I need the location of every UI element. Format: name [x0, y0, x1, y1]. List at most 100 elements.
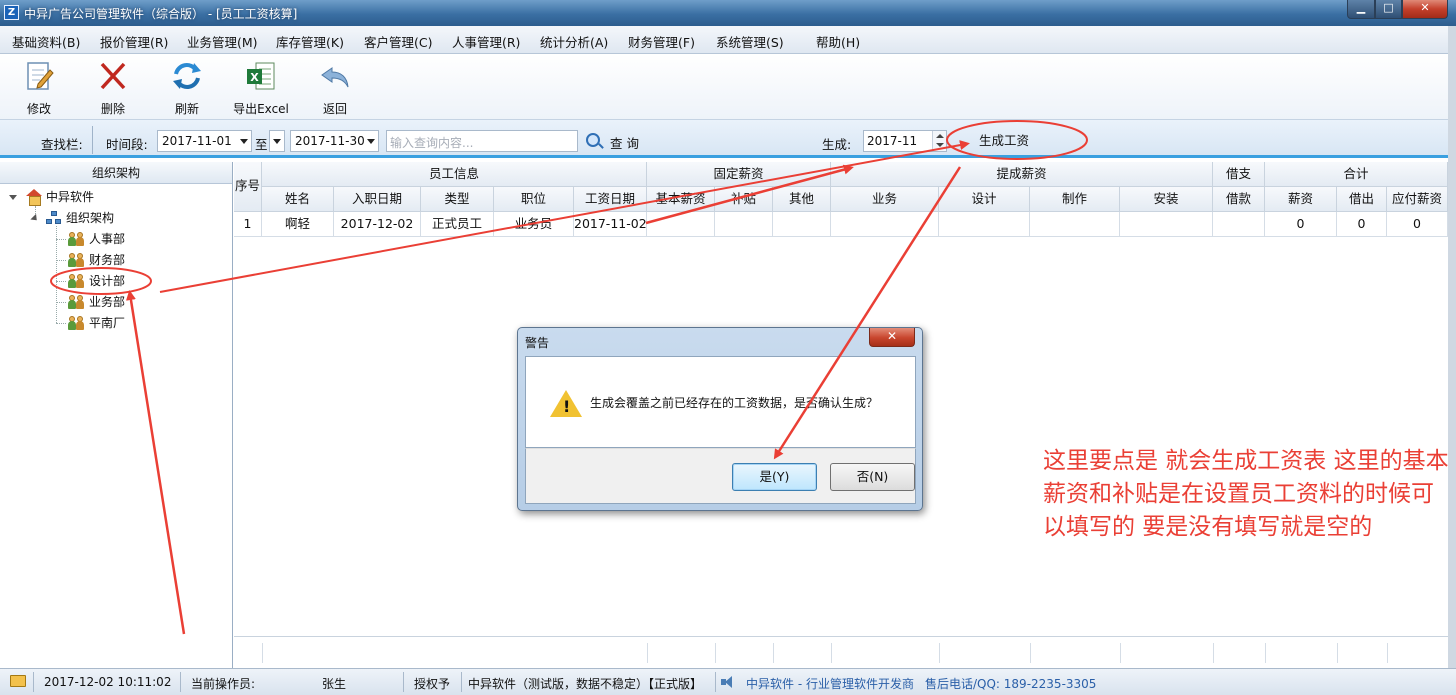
col-header-install[interactable]: 安装 [1120, 187, 1213, 212]
stepper-arrows[interactable] [932, 131, 946, 151]
period-label: 时间段: [106, 137, 148, 152]
cell-allowance[interactable] [715, 212, 773, 237]
menu-customer[interactable]: 客户管理(C) [364, 32, 432, 51]
cell-type[interactable]: 正式员工 [421, 212, 494, 237]
col-header-base-salary[interactable]: 基本薪资 [647, 187, 715, 212]
menu-quote[interactable]: 报价管理(R) [100, 32, 168, 51]
cell-base-salary[interactable] [647, 212, 715, 237]
col-header-payable[interactable]: 应付薪资 [1387, 187, 1448, 212]
col-header-design[interactable]: 设计 [939, 187, 1030, 212]
col-header-advance[interactable]: 借出 [1337, 187, 1387, 212]
cell-name[interactable]: 啊轻 [262, 212, 334, 237]
group-header-fixed-salary: 固定薪资 [647, 162, 831, 187]
tree-root[interactable]: 中异软件 [26, 188, 94, 206]
divider [33, 672, 34, 692]
col-header-pay-date[interactable]: 工资日期 [574, 187, 647, 212]
cell-install[interactable] [1120, 212, 1213, 237]
query-label: 查 询 [610, 136, 639, 151]
generate-month-label: 生成: [822, 137, 852, 152]
delete-label: 删除 [100, 102, 125, 116]
query-button[interactable]: 查 询 [586, 131, 644, 153]
no-button[interactable]: 否(N) [830, 463, 915, 491]
tree-line [56, 302, 66, 303]
status-datetime: 2017-12-02 10:11:02 [44, 675, 172, 689]
cell-hire-date[interactable]: 2017-12-02 [334, 212, 421, 237]
tree-dept-finance[interactable]: 财务部 [68, 251, 125, 269]
col-header-loan[interactable]: 借款 [1213, 187, 1265, 212]
people-icon [68, 253, 85, 267]
col-header-other[interactable]: 其他 [773, 187, 831, 212]
delete-button[interactable]: 删除 [78, 60, 148, 116]
dialog-footer: 是(Y) 否(N) [525, 448, 916, 504]
menu-business[interactable]: 业务管理(M) [187, 32, 258, 51]
tree-dept-design[interactable]: 设计部 [68, 272, 125, 290]
range-dropdown[interactable] [269, 130, 285, 152]
title-bar: Z 中异广告公司管理软件（综合版） - [员工工资核算] ▁ □ ✕ [0, 0, 1456, 26]
yes-button[interactable]: 是(Y) [732, 463, 817, 491]
col-header-production[interactable]: 制作 [1030, 187, 1120, 212]
cell-payable[interactable]: 0 [1387, 212, 1448, 237]
cell-production[interactable] [1030, 212, 1120, 237]
cell-pay-date[interactable]: 2017-11-02 [574, 212, 647, 237]
col-header-allowance[interactable]: 补贴 [715, 187, 773, 212]
col-header-type[interactable]: 类型 [421, 187, 494, 212]
col-header-seq[interactable]: 序号 [234, 162, 262, 212]
cell-business[interactable] [831, 212, 939, 237]
menu-statistics[interactable]: 统计分析(A) [540, 32, 608, 51]
refresh-icon [173, 63, 201, 89]
group-header-total: 合计 [1265, 162, 1448, 187]
maximize-button[interactable]: □ [1375, 0, 1402, 19]
search-icon [586, 133, 600, 147]
menu-hr[interactable]: 人事管理(R) [452, 32, 520, 51]
chevron-up-icon [936, 134, 944, 138]
col-header-salary[interactable]: 薪资 [1265, 187, 1337, 212]
refresh-label: 刷新 [174, 102, 199, 116]
col-header-name[interactable]: 姓名 [262, 187, 334, 212]
cell-position[interactable]: 业务员 [494, 212, 574, 237]
divider [180, 672, 181, 692]
close-button[interactable]: ✕ [1402, 0, 1448, 19]
folder-icon[interactable] [10, 675, 26, 687]
cell-salary[interactable]: 0 [1265, 212, 1337, 237]
org-tree-panel: 组织架构 中异软件 组织架构 人事部 财务部 设计部 业务部 平南厂 [0, 162, 233, 668]
chevron-down-icon[interactable] [30, 213, 40, 224]
chevron-down-icon[interactable] [9, 195, 17, 200]
window-title: 中异广告公司管理软件（综合版） - [员工工资核算] [24, 7, 298, 21]
back-arrow-icon [321, 67, 349, 88]
month-stepper[interactable]: 2017-11 [863, 130, 947, 152]
cell-other[interactable] [773, 212, 831, 237]
month-value: 2017-11 [867, 134, 918, 148]
export-excel-button[interactable]: X 导出Excel [226, 60, 296, 116]
dialog-close-button[interactable]: ✕ [869, 328, 915, 347]
cell-advance[interactable]: 0 [1337, 212, 1387, 237]
menu-system[interactable]: 系统管理(S) [716, 32, 784, 51]
menu-help[interactable]: 帮助(H) [816, 32, 860, 51]
menu-inventory[interactable]: 库存管理(K) [276, 32, 344, 51]
edit-label: 修改 [26, 102, 51, 116]
col-header-business[interactable]: 业务 [831, 187, 939, 212]
refresh-button[interactable]: 刷新 [152, 60, 222, 116]
tree-dept-hr[interactable]: 人事部 [68, 230, 125, 248]
tree-org[interactable]: 组织架构 [46, 209, 114, 227]
warning-dialog: 警告 ✕ ! 生成会覆盖之前已经存在的工资数据，是否确认生成？ 是(Y) 否(N… [517, 327, 923, 511]
edit-button[interactable]: 修改 [4, 60, 74, 116]
cell-design[interactable] [939, 212, 1030, 237]
tree-dept-business[interactable]: 业务部 [68, 293, 125, 311]
back-label: 返回 [322, 102, 347, 116]
minimize-button[interactable]: ▁ [1347, 0, 1375, 19]
col-header-hire-date[interactable]: 入职日期 [334, 187, 421, 212]
date-from-select[interactable]: 2017-11-01 [157, 130, 252, 152]
tree-line [56, 281, 66, 282]
dept-label: 设计部 [89, 274, 126, 288]
tree-dept-factory[interactable]: 平南厂 [68, 314, 125, 332]
search-input[interactable] [386, 130, 578, 152]
col-header-position[interactable]: 职位 [494, 187, 574, 212]
back-button[interactable]: 返回 [300, 60, 370, 116]
generate-salary-button[interactable]: 生成工资 [968, 132, 1040, 152]
cell-loan[interactable] [1213, 212, 1265, 237]
menu-basic-data[interactable]: 基础资料(B) [12, 32, 80, 51]
date-to-select[interactable]: 2017-11-30 [290, 130, 379, 152]
cell-seq[interactable]: 1 [234, 212, 262, 237]
menu-finance[interactable]: 财务管理(F) [628, 32, 695, 51]
to-label: 至 [255, 137, 268, 152]
